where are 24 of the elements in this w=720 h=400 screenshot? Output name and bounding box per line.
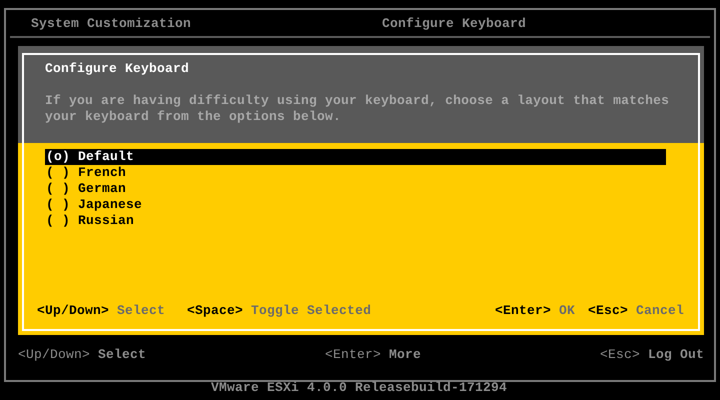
- version-text: VMware ESXi 4.0.0 Releasebuild-171294: [210, 380, 508, 396]
- layout-option[interactable]: ( ) Russian: [45, 213, 666, 229]
- layout-option[interactable]: ( ) German: [45, 181, 666, 197]
- key-action: Toggle Selected: [251, 303, 372, 319]
- key-hint: <Esc>: [588, 303, 628, 319]
- key-hint: <Space>: [187, 303, 244, 319]
- key-hint: <Enter>: [324, 347, 381, 363]
- dialog-title: Configure Keyboard: [45, 61, 190, 77]
- layout-option[interactable]: ( ) French: [45, 165, 666, 181]
- dialog-description: If you are having difficulty using your keyboard, choose a layout that matches your keyboard from the options below.: [45, 93, 670, 125]
- key-action: Select: [117, 303, 166, 319]
- key-action: More: [389, 347, 422, 363]
- key-action: OK: [558, 303, 575, 319]
- layout-option[interactable]: ( ) Japanese: [45, 197, 666, 213]
- key-action: Cancel: [636, 303, 684, 319]
- layout-option[interactable]: (o) Default: [45, 149, 666, 165]
- key-hint: <Up/Down>: [18, 347, 90, 363]
- key-hint: <Up/Down>: [37, 303, 110, 319]
- key-hint: <Enter>: [494, 303, 551, 319]
- key-action: Select: [98, 347, 146, 363]
- key-action: Log Out: [648, 347, 704, 363]
- screen-title: System Customization: [31, 16, 192, 32]
- key-hint: <Esc>: [600, 347, 640, 363]
- page-title: Configure Keyboard: [382, 16, 528, 32]
